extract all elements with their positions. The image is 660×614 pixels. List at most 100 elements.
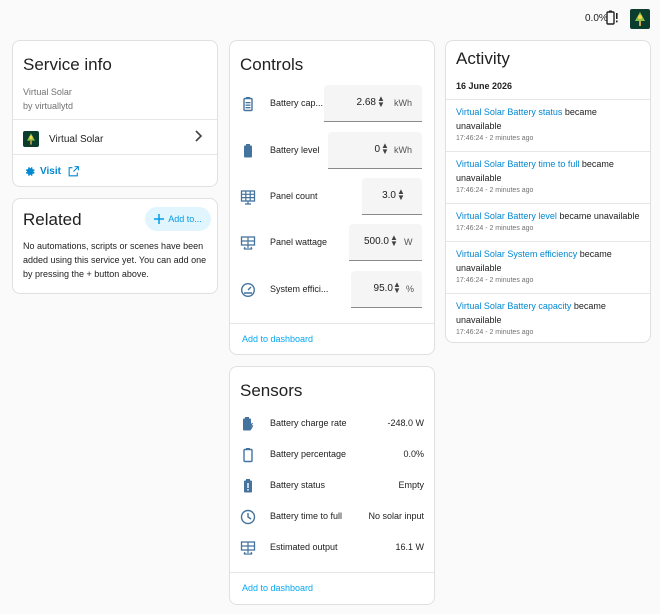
sensor-value: -248.0 W	[387, 418, 424, 428]
clock-icon	[240, 509, 256, 525]
input-value: 500.0	[363, 236, 389, 247]
battery-icon	[240, 143, 256, 159]
divider	[230, 323, 434, 324]
add-to-dashboard-button[interactable]: Add to dashboard	[242, 334, 313, 344]
activity-message: Virtual Solar Battery status became unav…	[456, 105, 642, 133]
activity-entry: Virtual Solar Battery time to full becam…	[446, 151, 650, 203]
solar-power-icon	[240, 235, 256, 251]
control-label: Panel count	[270, 191, 318, 201]
control-label: Battery level	[270, 145, 320, 155]
activity-entry: Virtual Solar Battery status became unav…	[446, 99, 650, 151]
activity-entry: Virtual Solar Battery capacity became un…	[446, 293, 650, 341]
card-title: Related	[23, 210, 82, 229]
user-avatar[interactable]	[630, 9, 650, 29]
battery-alert-icon	[606, 10, 619, 25]
control-row-battery-level: Battery level 0 ▲ ▼ kWh	[230, 132, 434, 170]
input-unit: kWh	[394, 98, 412, 108]
battery-charging-icon	[240, 416, 256, 432]
activity-time: 17:46:24 - 2 minutes ago	[456, 329, 534, 336]
sensor-label: Estimated output	[270, 542, 338, 552]
control-row-panel-count: Panel count 3.0 ▲ ▼	[230, 178, 434, 216]
visit-link[interactable]: Visit	[23, 165, 80, 178]
sensor-value: Empty	[398, 480, 424, 490]
activity-time: 17:46:24 - 2 minutes ago	[456, 135, 534, 142]
entity-link[interactable]: Virtual Solar Battery time to full	[456, 159, 579, 169]
sensor-label: Battery status	[270, 480, 326, 490]
entity-link[interactable]: Virtual Solar System efficiency	[456, 249, 577, 259]
solar-power-icon	[240, 540, 256, 556]
controls-card: Controls Battery cap... 2.68 ▲ ▼ kWh Batt…	[229, 40, 435, 355]
service-name: Virtual Solar	[23, 87, 72, 97]
activity-message: Virtual Solar Battery time to full becam…	[456, 157, 642, 185]
battery-alert-icon	[240, 478, 256, 494]
chevron-right-icon	[193, 130, 203, 142]
entity-link[interactable]: Virtual Solar Battery level	[456, 211, 557, 221]
spinner-icon[interactable]: ▲ ▼	[381, 142, 389, 156]
sensor-label: Battery charge rate	[270, 418, 347, 428]
sensor-label: Battery percentage	[270, 449, 347, 459]
activity-entry: Virtual Solar Battery level became unava…	[446, 203, 650, 241]
card-title: Activity	[456, 49, 510, 68]
add-related-button[interactable]: Add to...	[145, 207, 211, 231]
system-efficiency-input[interactable]: 95.0 ▲ ▼ %	[351, 271, 422, 308]
add-to-dashboard-button[interactable]: Add to dashboard	[242, 583, 313, 593]
sensor-row-estimated-output[interactable]: Estimated output 16.1 W	[230, 533, 434, 563]
card-title: Sensors	[240, 381, 303, 400]
gauge-icon	[240, 282, 256, 298]
activity-date: 16 June 2026	[456, 81, 513, 91]
gear-icon	[23, 165, 36, 178]
add-related-label: Add to...	[168, 214, 202, 224]
input-unit: W	[404, 237, 413, 247]
device-name: Virtual Solar	[49, 134, 104, 145]
activity-message: Virtual Solar Battery capacity became un…	[456, 299, 642, 327]
entity-link[interactable]: Virtual Solar Battery capacity	[456, 301, 571, 311]
activity-text: became unavailable	[556, 211, 640, 221]
input-value: 3.0	[382, 190, 396, 201]
sensor-row-battery-status[interactable]: Battery status Empty	[230, 471, 434, 501]
control-row-system-efficiency: System effici... 95.0 ▲ ▼ %	[230, 271, 434, 309]
input-value: 95.0	[373, 283, 393, 294]
battery-percent-text: 0.0%	[585, 13, 608, 24]
open-in-new-icon	[67, 165, 80, 178]
solar-panel-icon	[240, 189, 256, 205]
panel-wattage-input[interactable]: 500.0 ▲ ▼ W	[349, 224, 422, 261]
spinner-icon[interactable]: ▲ ▼	[397, 188, 405, 202]
plus-icon	[154, 214, 165, 224]
spinner-icon[interactable]: ▲ ▼	[377, 95, 385, 109]
battery-level-input[interactable]: 0 ▲ ▼ kWh	[328, 132, 422, 169]
sensor-value: 0.0%	[403, 449, 424, 459]
sensors-card: Sensors Battery charge rate -248.0 W Bat…	[229, 366, 435, 605]
sensor-value: 16.1 W	[395, 542, 424, 552]
spinner-icon[interactable]: ▲ ▼	[393, 281, 401, 295]
control-label: Battery cap...	[270, 98, 324, 108]
control-label: Panel wattage	[270, 237, 328, 247]
activity-time: 17:46:24 - 2 minutes ago	[456, 277, 534, 284]
device-row[interactable]: Virtual Solar	[13, 120, 217, 154]
activity-entry: Virtual Solar System efficiency became u…	[446, 241, 650, 293]
sensor-row-battery-time-to-full[interactable]: Battery time to full No solar input	[230, 502, 434, 532]
panel-count-input[interactable]: 3.0 ▲ ▼	[362, 178, 422, 215]
control-label: System effici...	[270, 284, 329, 294]
battery-outline-icon	[240, 447, 256, 463]
divider	[13, 154, 217, 155]
sensor-label: Battery time to full	[270, 511, 343, 521]
spinner-icon[interactable]: ▲ ▼	[390, 234, 398, 248]
visit-label: Visit	[40, 166, 61, 177]
sensor-row-battery-percentage[interactable]: Battery percentage 0.0%	[230, 440, 434, 470]
control-row-panel-wattage: Panel wattage 500.0 ▲ ▼ W	[230, 224, 434, 262]
device-logo-icon	[23, 131, 39, 147]
battery-capacity-icon	[240, 96, 256, 112]
activity-message: Virtual Solar Battery level became unava…	[456, 209, 642, 223]
input-unit: kWh	[394, 145, 412, 155]
activity-time: 17:46:24 - 2 minutes ago	[456, 225, 534, 232]
activity-time: 17:46:24 - 2 minutes ago	[456, 187, 534, 194]
activity-card: Activity 16 June 2026 Virtual Solar Batt…	[445, 40, 651, 343]
input-unit: %	[406, 284, 415, 294]
battery-capacity-input[interactable]: 2.68 ▲ ▼ kWh	[324, 85, 422, 122]
input-value: 2.68	[356, 97, 376, 108]
entity-link[interactable]: Virtual Solar Battery status	[456, 107, 562, 117]
card-title: Service info	[23, 55, 112, 74]
sensor-row-battery-charge-rate[interactable]: Battery charge rate -248.0 W	[230, 409, 434, 439]
divider	[230, 572, 434, 573]
related-card: Related Add to... No automations, script…	[12, 198, 218, 294]
